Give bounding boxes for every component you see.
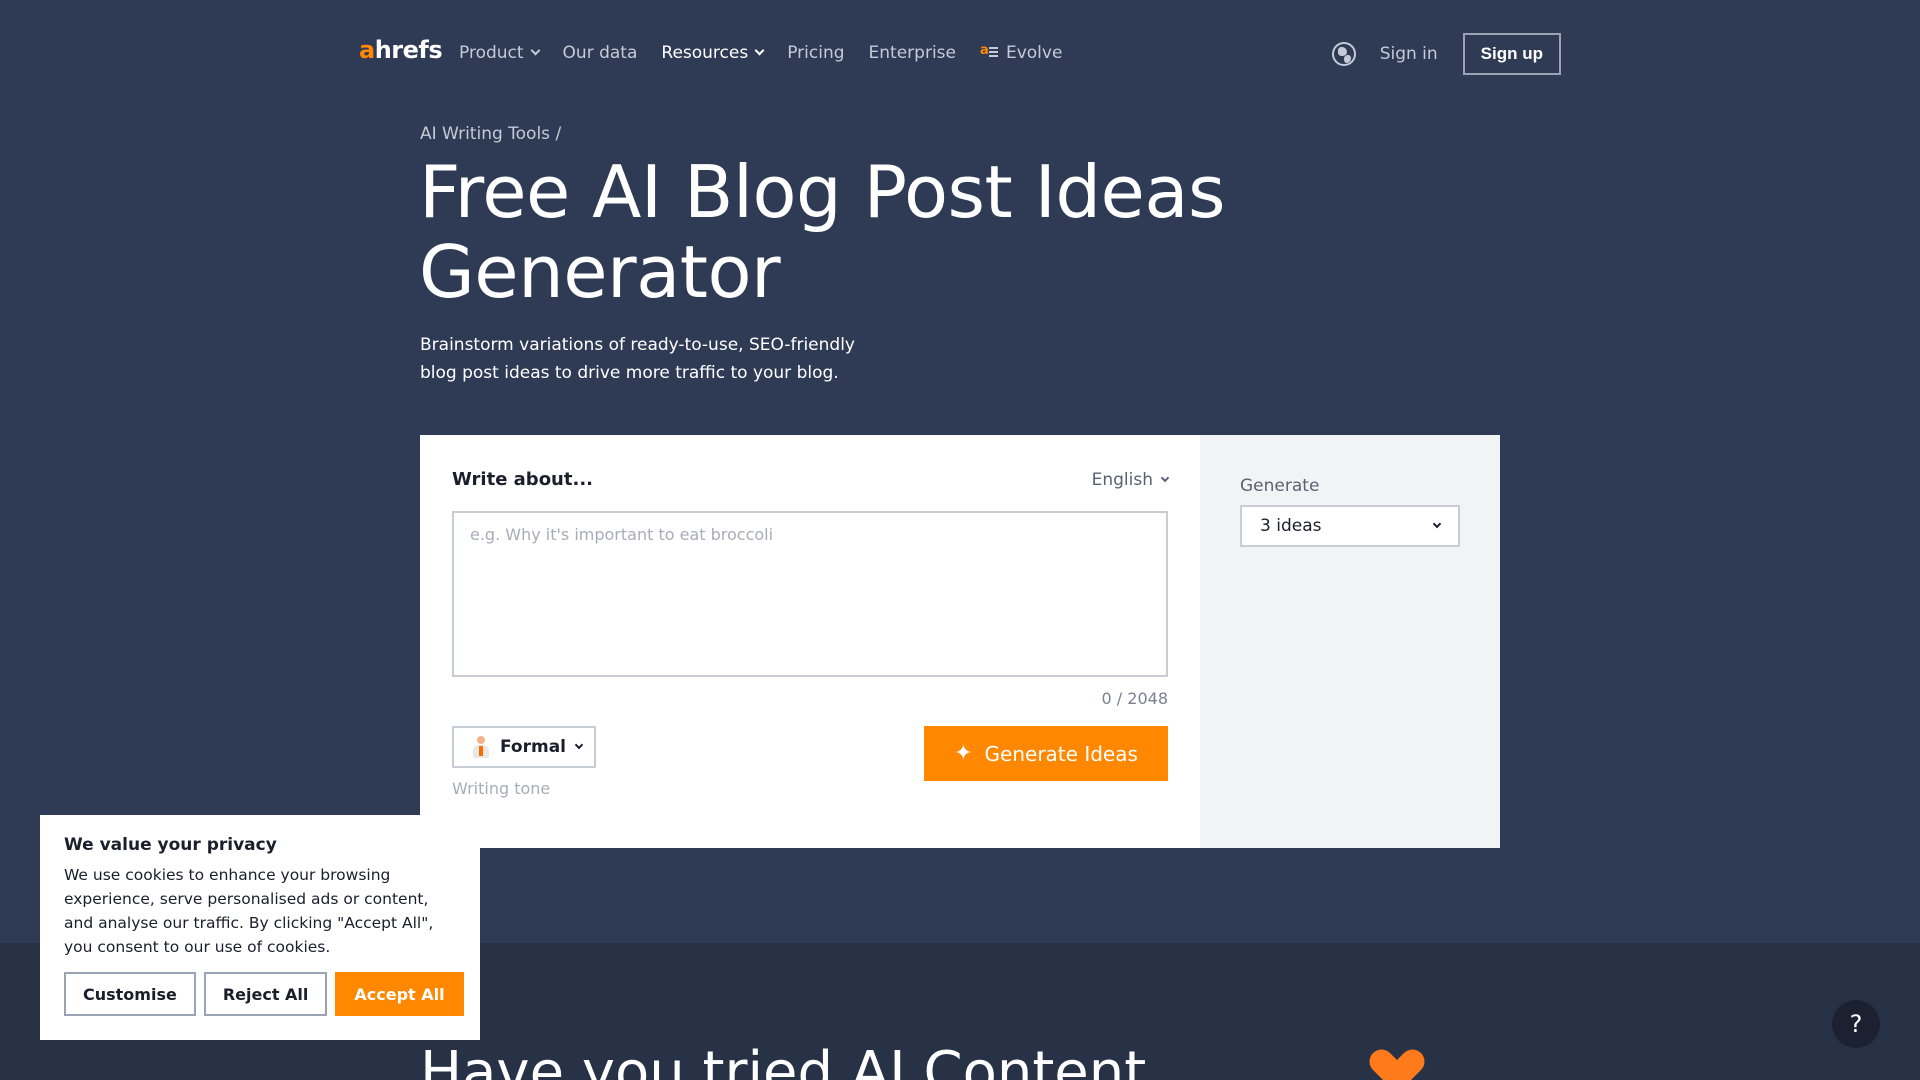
write-about-label: Write about... (452, 469, 593, 490)
help-icon: ? (1849, 1010, 1863, 1038)
chevron-down-icon (574, 740, 584, 749)
generate-ideas-label: Generate Ideas (984, 741, 1138, 766)
nav-link-pricing[interactable]: Pricing (787, 43, 844, 63)
chevron-down-icon (530, 45, 540, 56)
reject-all-button[interactable]: Reject All (203, 972, 328, 1016)
section-title: Have you tried AI Content (420, 1040, 1147, 1080)
sign-up-button[interactable]: Sign up (1462, 33, 1561, 75)
top-navigation: ahrefs Product Our data Resources Pricin… (0, 0, 1920, 106)
breadcrumb[interactable]: AI Writing Tools / (420, 124, 561, 144)
heart-icon (1380, 1051, 1424, 1080)
language-select[interactable]: English (1091, 470, 1170, 490)
evolve-icon: a (980, 43, 998, 60)
nav-link-our-data-label: Our data (562, 43, 638, 63)
chevron-down-icon (754, 45, 765, 56)
sparkle-icon: ✦ (954, 740, 973, 766)
generate-ideas-button[interactable]: ✦ Generate Ideas (924, 726, 1168, 781)
nav-link-our-data[interactable]: Our data (563, 43, 638, 63)
language-value: English (1091, 470, 1153, 490)
generate-count-select[interactable]: 3 ideas (1240, 505, 1460, 547)
nav-link-enterprise-label: Enterprise (868, 43, 956, 63)
chevron-down-icon (1160, 473, 1170, 482)
nav-link-resources-label: Resources (661, 43, 749, 63)
generate-count-value: 3 ideas (1260, 516, 1322, 536)
nav-link-evolve-label: Evolve (1005, 43, 1063, 63)
nav-link-enterprise[interactable]: Enterprise (869, 43, 956, 63)
globe-icon[interactable] (1331, 42, 1356, 66)
writing-tone-value: Formal (500, 737, 566, 757)
cookie-buttons: Customise Reject All Accept All (64, 972, 464, 1016)
nav-link-product-label: Product (459, 43, 524, 63)
generator-main-panel: Write about... English 0 / 2048 Formal W… (420, 435, 1200, 848)
nav-link-pricing-label: Pricing (787, 43, 845, 63)
nav-link-evolve[interactable]: a Evolve (980, 43, 1062, 63)
topic-input[interactable] (452, 511, 1168, 677)
generator-side-panel: Generate 3 ideas (1200, 435, 1500, 848)
nav-links: Product Our data Resources Pricing Enter… (459, 40, 1086, 66)
nav-right: Sign in Sign up (1331, 33, 1561, 75)
generate-count-label: Generate (1240, 476, 1320, 496)
nav-link-resources[interactable]: Resources (661, 43, 765, 63)
generator-card: Write about... English 0 / 2048 Formal W… (420, 435, 1500, 848)
help-button[interactable]: ? (1832, 1000, 1880, 1048)
cookie-text: We use cookies to enhance your browsing … (64, 866, 434, 956)
chevron-down-icon (1432, 519, 1442, 529)
accept-all-button[interactable]: Accept All (335, 972, 464, 1016)
customise-button[interactable]: Customise (64, 972, 196, 1016)
writing-tone-select[interactable]: Formal (452, 726, 596, 768)
page-title: Free AI Blog Post Ideas Generator (419, 150, 1226, 314)
sign-in-link[interactable]: Sign in (1380, 44, 1438, 64)
cookie-banner: We value your privacy We use cookies to … (40, 815, 480, 1040)
page-subtitle: Brainstorm variations of ready-to-use, S… (420, 335, 855, 383)
character-counter: 0 / 2048 (1101, 689, 1168, 708)
nav-link-product[interactable]: Product (459, 43, 540, 63)
writing-tone-label: Writing tone (452, 779, 551, 798)
ahrefs-logo[interactable]: ahrefs (359, 36, 443, 64)
writing-tone-icon (472, 736, 490, 758)
cookie-title: We value your privacy (64, 835, 277, 855)
